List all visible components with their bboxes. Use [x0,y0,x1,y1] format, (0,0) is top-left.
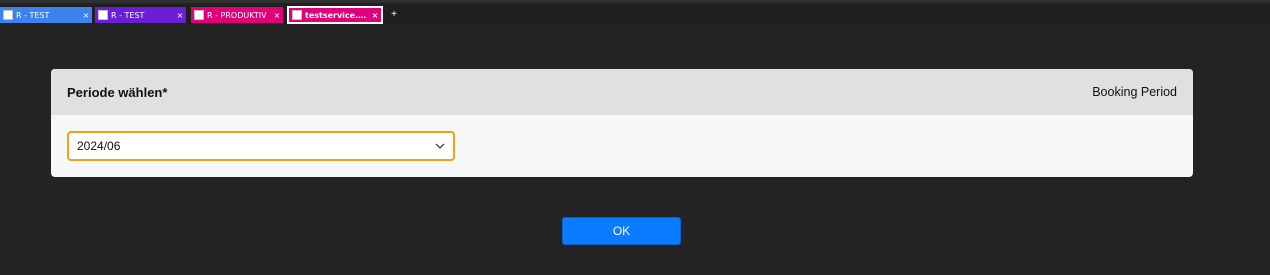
close-icon[interactable]: × [369,11,381,20]
close-icon[interactable]: × [174,11,186,20]
card-title: Periode wählen* [67,84,168,100]
page-icon [3,10,13,20]
close-icon[interactable]: × [271,11,283,20]
tab-title: testservice.ra... [305,10,367,20]
period-card: Periode wählen* Booking Period 2024/06 [51,69,1193,177]
browser-tab-r-produktiv[interactable]: R - PRODUKTIV × [191,7,283,23]
chevron-down-icon [435,143,445,149]
card-header: Periode wählen* Booking Period [51,69,1193,115]
tab-title: R - TEST [16,10,50,20]
page-icon [292,10,302,20]
new-tab-button[interactable]: + [388,7,400,23]
booking-period-label: Booking Period [1092,85,1177,99]
browser-tab-bar: R - TEST × R - TEST × R - PRODUKTIV × te… [0,5,1270,25]
period-select-value: 2024/06 [77,139,121,153]
browser-tab-r-test-2[interactable]: R - TEST × [95,7,186,23]
window-top-border [0,0,1270,3]
page-icon [98,10,108,20]
close-icon[interactable]: × [80,11,92,20]
tab-title: R - PRODUKTIV [207,10,267,20]
page-icon [194,10,204,20]
browser-tab-r-test-1[interactable]: R - TEST × [0,7,92,23]
browser-tab-active[interactable]: testservice.ra... × [287,6,383,24]
ok-button[interactable]: OK [562,217,681,245]
period-select[interactable]: 2024/06 [67,131,455,161]
tab-title: R - TEST [111,10,145,20]
